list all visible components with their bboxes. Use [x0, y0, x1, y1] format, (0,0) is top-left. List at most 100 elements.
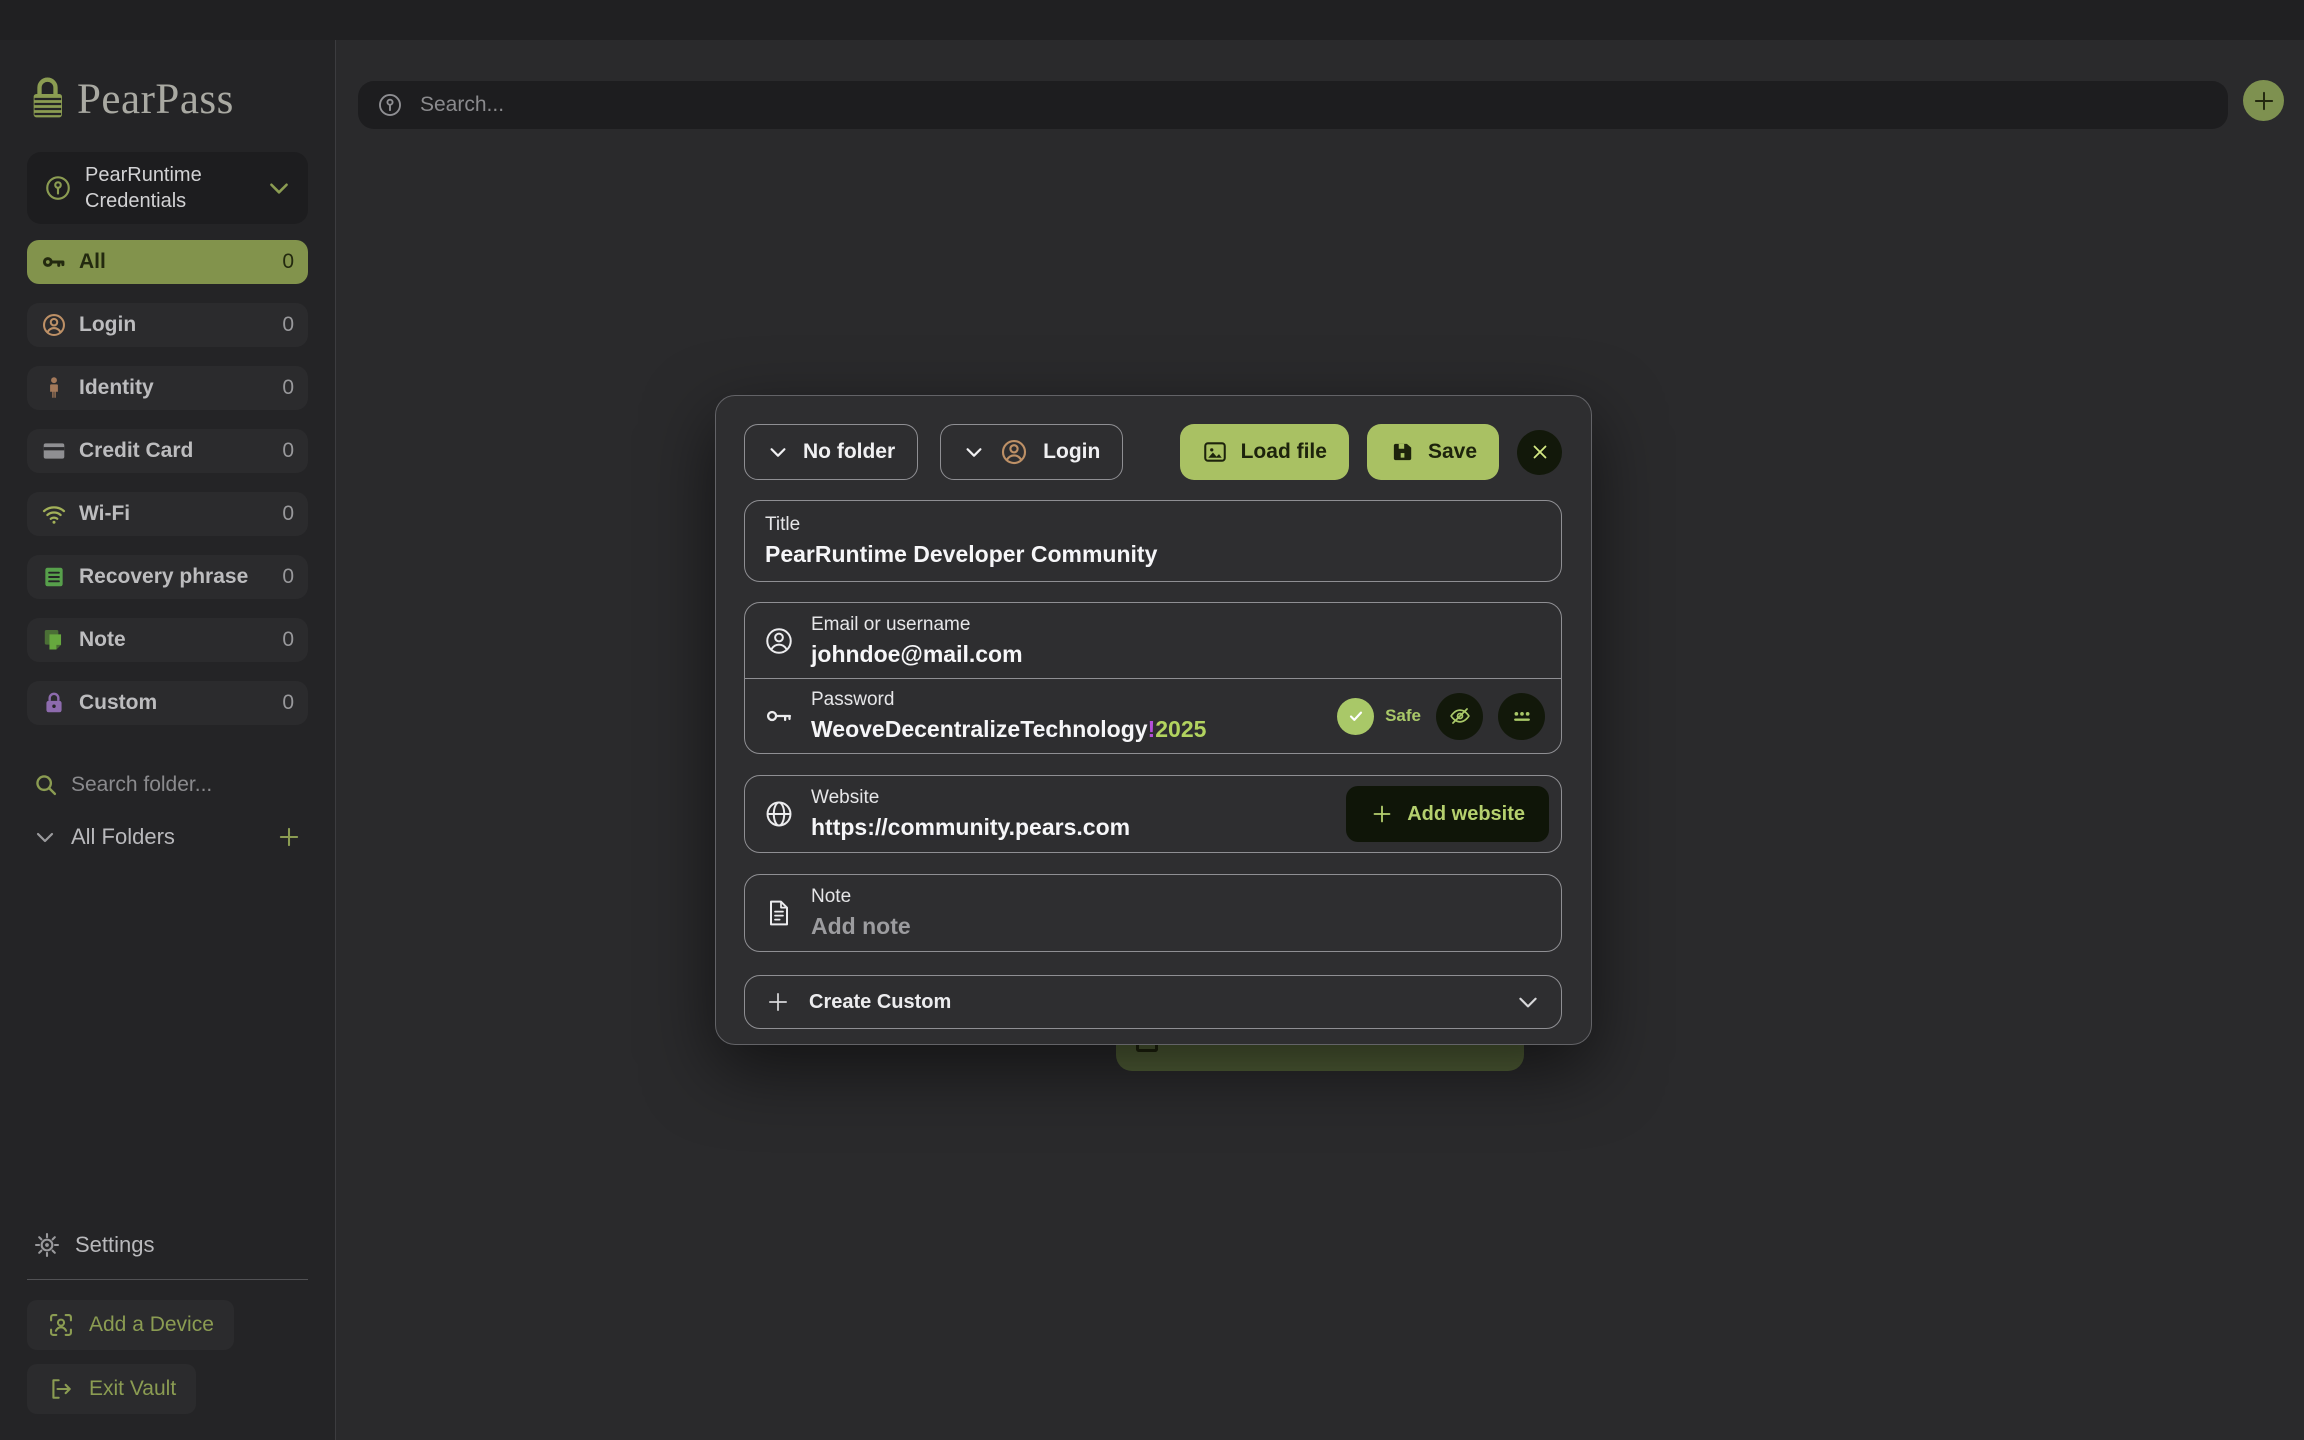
all-folders-row[interactable]: All Folders — [27, 824, 308, 850]
folder-search-input[interactable] — [71, 773, 342, 797]
plus-icon — [1370, 802, 1394, 826]
password-field-label: Password — [811, 689, 1206, 711]
user-circle-icon — [41, 312, 69, 338]
toggle-password-visibility-button[interactable] — [1436, 693, 1483, 740]
chevron-down-icon — [963, 441, 985, 463]
note-field-placeholder: Add note — [811, 913, 911, 940]
add-folder-button[interactable] — [276, 824, 302, 850]
close-icon[interactable] — [1517, 430, 1562, 475]
load-file-label: Load file — [1241, 440, 1327, 464]
sidebar-item-count: 0 — [282, 691, 294, 715]
global-search-input[interactable] — [420, 93, 2210, 117]
sidebar-item-count: 0 — [282, 628, 294, 652]
save-label: Save — [1428, 440, 1477, 464]
website-field-value: https://community.pears.com — [811, 814, 1130, 841]
sidebar: PearPass PearRuntime Credentials All — [0, 40, 336, 1440]
title-field-value: PearRuntime Developer Community — [765, 541, 1541, 568]
save-button[interactable]: Save — [1367, 424, 1499, 480]
settings-button[interactable]: Settings — [27, 1231, 308, 1259]
all-folders-label: All Folders — [71, 824, 175, 850]
sidebar-item-label: Credit Card — [79, 439, 193, 463]
add-website-button[interactable]: Add website — [1346, 786, 1549, 842]
credential-editor-modal: No folder Login — [715, 395, 1592, 1045]
titlebar — [0, 0, 2304, 40]
sidebar-item-custom[interactable]: Custom 0 — [27, 681, 308, 725]
folder-dropdown[interactable]: No folder — [744, 424, 918, 480]
email-field[interactable]: Email or username johndoe@mail.com — [745, 603, 1561, 678]
dots-menu-icon — [1509, 703, 1535, 729]
sidebar-item-wifi[interactable]: Wi-Fi 0 — [27, 492, 308, 536]
type-dropdown-label: Login — [1043, 440, 1100, 464]
email-field-label: Email or username — [811, 614, 1023, 636]
sidebar-bottom: Settings Add a Device — [27, 1231, 308, 1414]
sidebar-item-count: 0 — [282, 250, 294, 274]
key-icon — [763, 700, 799, 732]
password-options-button[interactable] — [1498, 693, 1545, 740]
password-number: 2025 — [1155, 716, 1206, 742]
website-field[interactable]: Website https://community.pears.com Add … — [744, 775, 1562, 853]
lock-logo-icon — [27, 75, 67, 123]
global-search — [358, 81, 2228, 129]
note-field-label: Note — [811, 886, 911, 908]
category-list: All 0 Login 0 — [27, 240, 308, 744]
recovery-phrase-icon — [41, 564, 69, 590]
create-custom-button[interactable]: Create Custom — [744, 975, 1562, 1029]
add-website-label: Add website — [1407, 803, 1525, 826]
globe-icon — [763, 798, 799, 830]
vault-selector[interactable]: PearRuntime Credentials — [27, 152, 308, 224]
sidebar-item-recovery-phrase[interactable]: Recovery phrase 0 — [27, 555, 308, 599]
exit-vault-button[interactable]: Exit Vault — [27, 1364, 196, 1414]
chevron-down-icon — [767, 441, 789, 463]
password-field-value: WeoveDecentralizeTechnology!2025 — [811, 716, 1206, 743]
sidebar-item-count: 0 — [282, 439, 294, 463]
title-field[interactable]: Title PearRuntime Developer Community — [744, 500, 1562, 582]
device-user-icon — [47, 1311, 75, 1339]
note-field[interactable]: Note Add note — [744, 874, 1562, 952]
sidebar-item-login[interactable]: Login 0 — [27, 303, 308, 347]
app-window: PearPass PearRuntime Credentials All — [0, 0, 2304, 1440]
create-custom-label: Create Custom — [809, 991, 951, 1014]
chevron-down-icon — [33, 825, 57, 849]
eye-off-icon — [1447, 703, 1473, 729]
load-file-button[interactable]: Load file — [1180, 424, 1349, 480]
search-icon — [33, 772, 59, 798]
password-strength-label: Safe — [1385, 706, 1421, 726]
app-logo: PearPass — [27, 70, 308, 128]
folder-search — [27, 772, 308, 798]
sidebar-item-count: 0 — [282, 376, 294, 400]
sidebar-item-label: Note — [79, 628, 126, 652]
add-device-label: Add a Device — [89, 1313, 214, 1337]
credentials-group: Email or username johndoe@mail.com Passw… — [744, 602, 1562, 754]
chevron-down-icon — [1515, 989, 1541, 1015]
user-circle-icon — [763, 625, 799, 657]
key-icon — [41, 249, 69, 275]
credit-card-icon — [41, 438, 69, 464]
password-strength-badge: Safe — [1337, 698, 1421, 735]
person-icon — [41, 375, 69, 401]
padlock-icon — [41, 690, 69, 716]
add-device-button[interactable]: Add a Device — [27, 1300, 234, 1350]
sidebar-item-label: Wi-Fi — [79, 502, 130, 526]
sidebar-item-all[interactable]: All 0 — [27, 240, 308, 284]
circled-key-icon — [43, 173, 73, 203]
logout-icon — [47, 1375, 75, 1403]
title-field-label: Title — [765, 514, 1541, 536]
circled-key-icon — [376, 91, 404, 119]
sidebar-item-count: 0 — [282, 313, 294, 337]
sidebar-item-identity[interactable]: Identity 0 — [27, 366, 308, 410]
app-title: PearPass — [77, 75, 234, 124]
chevron-down-icon — [266, 175, 292, 201]
settings-label: Settings — [75, 1232, 155, 1258]
save-icon — [1389, 439, 1415, 465]
password-field[interactable]: Password WeoveDecentralizeTechnology!202… — [745, 678, 1561, 753]
gear-icon — [33, 1231, 61, 1259]
sidebar-item-credit-card[interactable]: Credit Card 0 — [27, 429, 308, 473]
check-icon — [1337, 698, 1374, 735]
modal-header: No folder Login — [744, 424, 1562, 480]
sidebar-item-label: Recovery phrase — [79, 565, 248, 589]
add-entry-button[interactable] — [2243, 80, 2284, 121]
sidebar-item-note[interactable]: Note 0 — [27, 618, 308, 662]
type-dropdown[interactable]: Login — [940, 424, 1123, 480]
sidebar-item-label: Login — [79, 313, 136, 337]
sidebar-item-label: Identity — [79, 376, 154, 400]
